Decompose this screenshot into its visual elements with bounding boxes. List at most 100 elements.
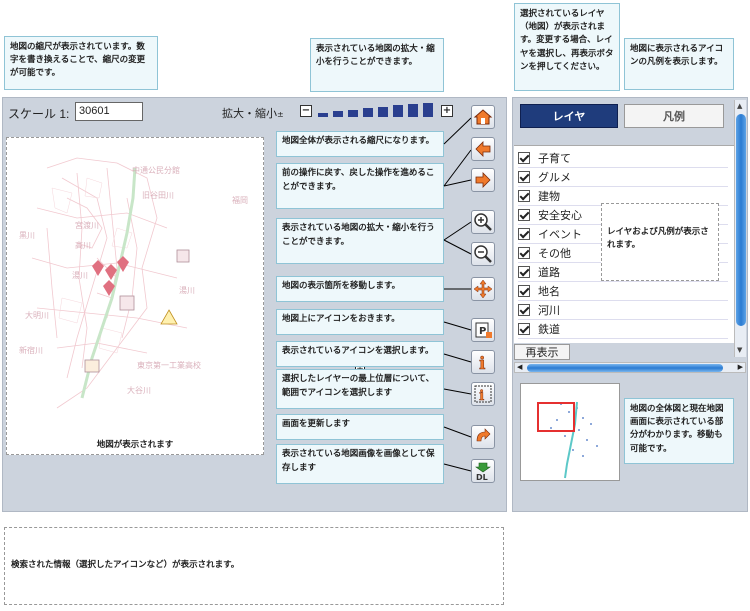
place-label: 福岡 [232,196,248,205]
layer-horizontal-scrollbar[interactable]: ◀ ▶ [514,362,746,373]
overview-graphic [550,401,598,479]
zoom-out-button[interactable]: − [300,105,312,117]
scale-callout: 地図の縮尺が表示されています。数字を書き換えることで、縮尺の変更が可能です。 [4,36,158,90]
zoom-label: 拡大・縮小± [222,105,284,121]
layer-callout: 選択されているレイヤ（地図）が表示されます。変更する場合、レイヤを選択し、再表示… [514,3,620,91]
zoom-label-suffix: ± [277,110,284,119]
place-icon-button[interactable]: P [471,318,495,342]
scroll-up-icon[interactable]: ▲ [737,102,742,110]
layer-item[interactable]: 地名 [518,282,728,301]
download-icon: DL [475,462,491,481]
overview-dot [578,429,580,431]
scroll-down-icon[interactable]: ▼ [737,346,742,354]
layer-checkbox[interactable] [518,266,530,278]
zoom-in-button[interactable]: + [441,105,453,117]
place-label: 湯川 [72,270,88,280]
layer-item[interactable]: 子育て [518,149,728,168]
scale-label: スケール 1: [8,107,70,121]
select-icon-button[interactable]: i [471,350,495,374]
place-label: 大明川 [25,310,49,320]
info-glyph: i [479,354,486,372]
select-icon-tool-desc: 表示されているアイコンを選択します。 [276,341,444,367]
info-icon: i [479,354,487,372]
refresh-button[interactable] [471,425,495,449]
overview-dot [586,439,588,441]
layer-checkbox[interactable] [518,190,530,202]
zoom-in-icon [474,213,492,231]
overview-viewport-rect[interactable] [537,402,575,432]
map-pin-icons [92,256,129,296]
map-pin-icon [92,260,104,276]
download-glyph: DL [476,473,488,481]
layer-checkbox[interactable] [518,247,530,259]
download-tool-desc: 表示されている地図画像を画像として保存します [276,444,444,484]
forward-button[interactable] [471,168,495,192]
place-label: 黒川 [19,231,35,240]
layer-item[interactable]: 河川 [518,301,728,320]
home-icon [473,109,493,125]
layer-checkbox[interactable] [518,304,530,316]
refresh-icon [476,428,491,442]
zoom-level-3[interactable] [348,110,358,117]
tab-legend[interactable]: 凡例 [624,104,724,128]
overview-dot [596,445,598,447]
place-label: 高川 [75,240,91,250]
history-tool-desc: 前の操作に戻す、戻した操作を進めることができます。 [276,163,444,209]
hscroll-thumb[interactable] [527,364,723,372]
place-icon-tool-desc: 地図上にアイコンをおきます。 [276,309,444,335]
scale-input[interactable]: 30601 [75,102,143,121]
zoom-out-icon [474,245,492,263]
layer-item[interactable]: グルメ [518,168,728,187]
place-label: 東京第一工業高校 [137,360,201,370]
layer-checkbox[interactable] [518,228,530,240]
layer-label: 鉄道 [538,323,560,336]
scroll-thumb[interactable] [736,114,746,326]
layer-vertical-scrollbar[interactable]: ▲ ▼ [734,100,746,357]
layer-label: 地名 [538,285,560,298]
zoom-level-2[interactable] [333,111,343,117]
layer-label: 安全安心 [538,209,582,222]
map-warning-icon [160,309,178,325]
scroll-left-icon[interactable]: ◀ [517,363,522,371]
place-label: 大谷川 [127,385,151,395]
layer-legend-callout: レイヤおよび凡例が表示されます。 [601,203,719,281]
scroll-right-icon[interactable]: ▶ [738,363,743,371]
zoom-level-4[interactable] [363,108,373,117]
layer-checkbox[interactable] [518,209,530,221]
zoom-level-7[interactable] [408,104,418,117]
zoom-out-button-tool[interactable] [471,242,495,266]
map-canvas[interactable]: 中通公民分館 旧谷田川 福岡 宮渡川 黒川 高川 湯川 湯川 大明川 東京第一工… [6,137,264,455]
zoom-in-button[interactable] [471,210,495,234]
layer-label: 河川 [538,304,560,317]
refresh-tool-desc: 画面を更新します [276,414,444,440]
overview-map[interactable] [520,383,620,481]
layer-item[interactable]: 鉄道 [518,320,728,339]
select-range-button[interactable]: i [471,382,495,406]
layer-checkbox[interactable] [518,323,530,335]
place-label: 宮渡川 [75,220,99,230]
pan-button[interactable] [471,277,495,301]
home-button[interactable] [471,105,495,129]
zoom-level-5[interactable] [378,107,388,117]
zoom-level-6[interactable] [393,105,403,117]
layer-label: 子育て [538,152,571,165]
home-tool-desc: 地図全体が表示される縮尺になります。 [276,131,444,157]
layer-label: グルメ [538,171,571,184]
zoom-level-8[interactable] [423,103,433,117]
back-button[interactable] [471,137,495,161]
overview-callout: 地図の全体図と現在地図画面に表示されている部分がわかります。移動も可能です。 [624,398,734,464]
place-label: 旧谷田川 [142,191,174,200]
download-button[interactable]: DL [471,459,495,483]
map-graphic: 中通公民分館 旧谷田川 福岡 宮渡川 黒川 高川 湯川 湯川 大明川 東京第一工… [19,157,248,409]
map-caption: 地図が表示されます [96,440,174,450]
layer-checkbox[interactable] [518,285,530,297]
zoom-label-text: 拡大・縮小 [222,107,277,120]
tab-layer[interactable]: レイヤ [520,104,618,128]
zoom-level-1[interactable] [318,113,328,117]
zoom-callout: 表示されている地図の拡大・縮小を行うことができます。 [310,38,444,92]
layer-checkbox[interactable] [518,152,530,164]
redisplay-button[interactable]: 再表示 [514,344,570,360]
layer-checkbox[interactable] [518,171,530,183]
info-range-glyph: i [479,388,484,404]
select-range-tool-desc: 選択したレイヤーの最上位層について、範囲でアイコンを選択します [276,369,444,409]
